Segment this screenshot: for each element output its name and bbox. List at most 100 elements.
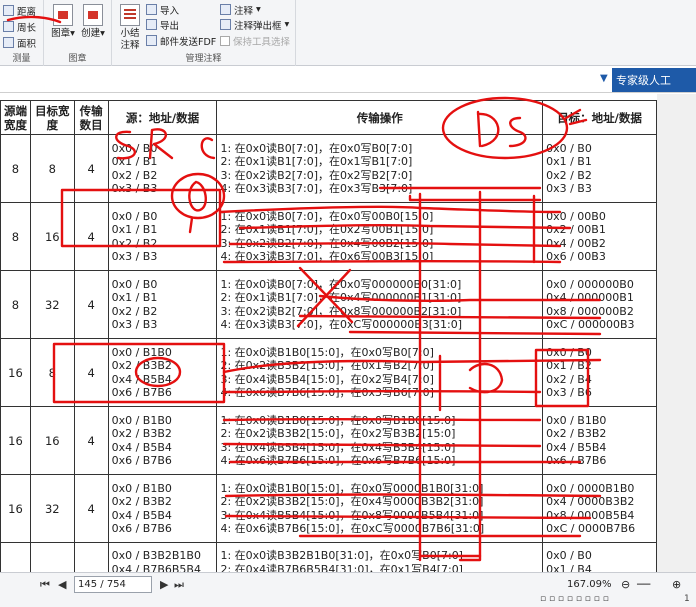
- last-page-icon[interactable]: ⏭: [174, 577, 184, 593]
- ops-line: 4: 在0x3读B3[7:0]，在0xC写000000B3[31:0]: [220, 318, 463, 331]
- header-count: 传输数目: [73, 100, 109, 135]
- zoom-level[interactable]: 167.09%: [567, 577, 612, 593]
- expert-dropdown[interactable]: 专家级人工: [612, 68, 696, 92]
- ops-line: 3: 在0x2读B2[7:0]，在0x2写B2[7:0]: [220, 168, 413, 182]
- cell-src-width: 8: [0, 202, 31, 271]
- first-page-icon[interactable]: ⏮: [40, 577, 50, 593]
- cell-dst: 0x0 / B1B0 0x2 / B3B2 0x4 / B5B4 0x6 / B7B6: [542, 406, 657, 475]
- ops-line: 2: 在0x2读B3B2[15:0]，在0x2写B3B2[15:0]: [220, 427, 456, 440]
- import-button[interactable]: 导入: [146, 2, 179, 17]
- cell-src-width: 8: [0, 270, 31, 339]
- src-line: 0x2 / B3B2: [111, 427, 172, 440]
- ops-line: 4: 在0x6读B7B6[15:0]，在0xC写0000B7B6[31:0]: [220, 522, 485, 535]
- src-line: 0x2 / B2: [111, 168, 158, 182]
- create-stamp-button[interactable]: 创建▾: [79, 4, 107, 40]
- stamp-button[interactable]: 图章▾: [49, 4, 77, 40]
- dst-line: 0x0 / B0: [546, 141, 592, 155]
- src-line: 0x2 / B3B2: [111, 359, 172, 372]
- cell-ops: 1: 在0x0读B3B2B1B0[31:0]，在0x0写B0[7:0] 2: 在0…: [216, 542, 544, 573]
- ops-line: 2: 在0x1读B1[7:0]，在0x1写B1[7:0]: [220, 155, 413, 168]
- export-button[interactable]: 导出: [146, 17, 179, 32]
- src-line: 0x4 / B5B4: [111, 508, 172, 522]
- header-src-width: 源端宽度: [0, 100, 31, 135]
- next-page-icon[interactable]: ▶: [160, 577, 168, 593]
- cell-src: 0x0 / B1B0 0x2 / B3B2 0x4 / B5B4 0x6 / B7B6: [107, 406, 218, 475]
- dst-line: 0xC / 000000B3: [546, 318, 635, 331]
- summary-annotations-button[interactable]: 小结注释: [117, 4, 143, 52]
- cell-dst: 0x0 / 0000B1B0 0x4 / 0000B3B2 0x8 / 0000B5…: [542, 474, 657, 543]
- src-line: 0x1 / B1: [111, 291, 158, 304]
- ops-line: 1: 在0x0读B0[7:0]，在0x0写B0[7:0]: [220, 141, 413, 155]
- annotation-popup-dropdown[interactable]: 注释弹出框 ▾: [220, 17, 289, 32]
- src-line: 0x0 / B0: [111, 277, 158, 291]
- table-row: 0x0 / B3B2B1B0 0x4 / B7B6B5B4 1: 在0x0读B3B2…: [0, 542, 657, 573]
- table-row: 8 8 4 0x0 / B0 0x1 / B1 0x2 / B2 0x3 / B3 1: 在0…: [0, 134, 657, 203]
- email-fdf-button[interactable]: 邮件发送FDF: [146, 33, 216, 48]
- zoom-slider[interactable]: ──: [637, 577, 650, 593]
- src-line: 0x4 / B5B4: [111, 372, 172, 386]
- annotation-icon: [220, 4, 231, 15]
- cell-dst: 0x0 / B0 0x1 / B1 0x2 / B2 0x3 / B3: [542, 134, 657, 203]
- ops-line: 1: 在0x0读B1B0[15:0]，在0x0写0000B1B0[31:0]: [220, 481, 484, 495]
- keep-tool-selected-checkbox[interactable]: 保持工具选择: [220, 33, 290, 48]
- src-line: 0x0 / B1B0: [111, 481, 172, 495]
- cell-count: 4: [73, 406, 109, 475]
- cell-src-width: 8: [0, 134, 31, 203]
- cell-src-width: 16: [0, 338, 31, 407]
- prev-page-icon[interactable]: ◀: [58, 577, 66, 593]
- create-stamp-icon: [83, 4, 103, 26]
- cell-src: 0x0 / B0 0x1 / B1 0x2 / B2 0x3 / B3: [107, 134, 218, 203]
- cell-ops: 1: 在0x0读B0[7:0]，在0x0写00B0[15:0] 2: 在0x1读B…: [216, 202, 544, 271]
- table-header-row: 源端宽度 目标宽度 传输数目 源：地址/数据 传输操作 目标：地址/数据: [0, 100, 657, 135]
- group-measure: 距离 周长 面积 测量: [0, 0, 44, 66]
- annotation-dropdown[interactable]: 注释 ▾: [220, 2, 261, 17]
- cell-ops: 1: 在0x0读B0[7:0]，在0x0写000000B0[31:0] 2: 在0…: [216, 270, 544, 339]
- dst-line: 0x2 / B2: [546, 168, 592, 182]
- cell-src-width: 16: [0, 474, 31, 543]
- src-line: 0x2 / B2: [111, 236, 158, 250]
- header-src-addr: 源：地址/数据: [107, 100, 218, 135]
- dst-line: 0x3 / B6: [546, 386, 592, 399]
- perimeter-button[interactable]: 周长: [3, 19, 36, 34]
- zoom-in-icon[interactable]: ⊕: [672, 577, 681, 593]
- src-line: 0x3 / B3: [111, 318, 158, 331]
- export-icon: [146, 19, 157, 30]
- document-viewport: 源端宽度 目标宽度 传输数目 源：地址/数据 传输操作 目标：地址/数据 884…: [0, 94, 696, 572]
- dst-line: 0x0 / 0000B1B0: [546, 481, 635, 495]
- src-line: 0x2 / B3B2: [111, 495, 172, 508]
- summary-icon: [120, 4, 140, 26]
- cell-dst: 0x0 / 000000B0 0x4 / 000000B1 0x8 / 000000…: [542, 270, 657, 339]
- perimeter-icon: [3, 21, 14, 32]
- status-bar: ⏮ ◀ 145 / 754 ▶ ⏭ 167.09% ⊖ ── ⊕ ▫ ▫ ▫ ▫…: [0, 572, 696, 607]
- area-icon: [3, 37, 14, 48]
- dst-line: 0x0 / 00B0: [546, 209, 606, 223]
- dropdown-arrow-icon[interactable]: ▼: [600, 70, 612, 88]
- cell-dst: 0x0 / B0 0x1 / B4: [542, 542, 657, 572]
- ops-line: 2: 在0x4读B7B6B5B4[31:0]，在0x1写B4[7:0]: [220, 562, 463, 573]
- taskbar-tray: ▫ ▫ ▫ ▫ ▫ ▫ ▫ ▫: [540, 594, 609, 604]
- zoom-out-icon[interactable]: ⊖: [621, 577, 630, 593]
- src-line: 0x1 / B1: [111, 155, 158, 168]
- ops-line: 3: 在0x4读B5B4[15:0]，在0x2写B4[7:0]: [220, 372, 434, 386]
- checkbox-icon: [220, 35, 230, 46]
- area-button[interactable]: 面积: [3, 35, 36, 50]
- page-number-input[interactable]: 145 / 754: [74, 576, 152, 593]
- cell-count: 4: [73, 270, 109, 339]
- ops-line: 1: 在0x0读B3B2B1B0[31:0]，在0x0写B0[7:0]: [220, 549, 463, 562]
- dst-line: 0x4 / 0000B3B2: [546, 495, 635, 508]
- ribbon-toolbar: 距离 周长 面积 测量 图章▾ 创建▾ 图章 小结注释 导入 导出 邮件发送FD…: [0, 0, 696, 66]
- cell-dst-width: 32: [29, 270, 75, 339]
- import-icon: [146, 4, 157, 15]
- cell-count: [73, 542, 109, 572]
- ops-line: 2: 在0x1读B1[7:0]，在0x4写000000B1[31:0]: [220, 291, 462, 304]
- cell-src: 0x0 / B1B0 0x2 / B3B2 0x4 / B5B4 0x6 / B7B6: [107, 338, 218, 407]
- dst-line: 0xC / 0000B7B6: [546, 522, 636, 535]
- cell-ops: 1: 在0x0读B1B0[15:0]，在0x0写0000B1B0[31:0] 2:…: [216, 474, 544, 543]
- transfer-table: 源端宽度 目标宽度 传输数目 源：地址/数据 传输操作 目标：地址/数据 884…: [0, 100, 657, 572]
- cell-count: 4: [73, 202, 109, 271]
- group-label-stamp: 图章: [68, 54, 87, 64]
- distance-button[interactable]: 距离: [3, 3, 36, 18]
- group-label-measure: 测量: [12, 54, 31, 64]
- vertical-scrollbar[interactable]: [657, 94, 696, 572]
- dst-line: 0x2 / B4: [546, 372, 592, 386]
